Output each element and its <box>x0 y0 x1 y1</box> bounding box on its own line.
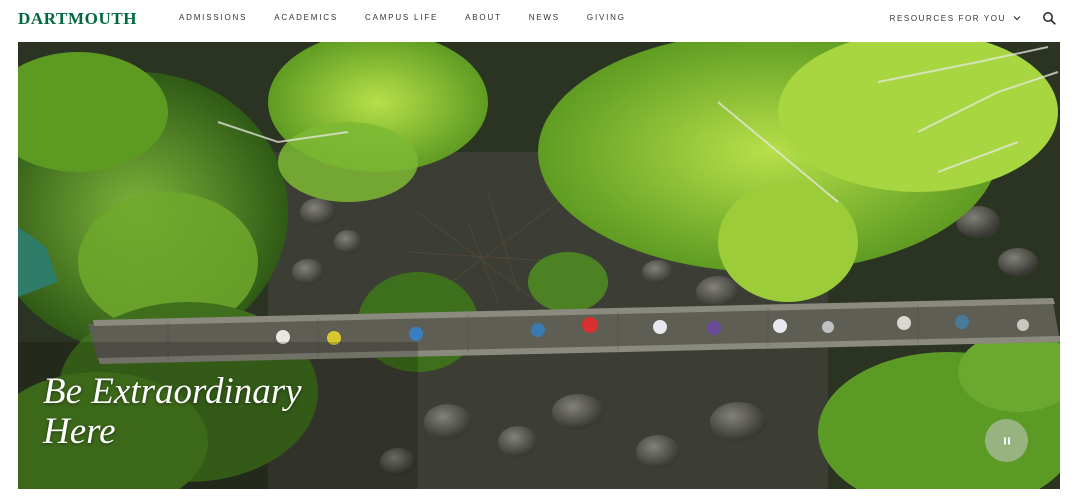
headline-line-1: Be Extraordinary <box>43 371 302 412</box>
hero-headline: Be Extraordinary Here <box>43 372 302 452</box>
resources-label: RESOURCES FOR YOU <box>889 13 1006 23</box>
dartmouth-logo[interactable]: DARTMOUTH <box>18 9 137 29</box>
search-icon[interactable] <box>1042 11 1056 25</box>
nav-campus-life[interactable]: CAMPUS LIFE <box>365 13 438 22</box>
nav-admissions[interactable]: ADMISSIONS <box>179 13 247 22</box>
site-header: DARTMOUTH ADMISSIONS ACADEMICS CAMPUS LI… <box>0 0 1080 42</box>
nav-about[interactable]: ABOUT <box>465 13 502 22</box>
nav-news[interactable]: NEWS <box>529 13 560 22</box>
pause-video-button[interactable] <box>985 419 1028 462</box>
nav-giving[interactable]: GIVING <box>587 13 626 22</box>
resources-dropdown[interactable]: RESOURCES FOR YOU <box>890 13 1022 23</box>
chevron-down-icon <box>1013 16 1021 21</box>
hero-video: Be Extraordinary Here <box>18 42 1060 489</box>
nav-academics[interactable]: ACADEMICS <box>274 13 338 22</box>
main-nav: ADMISSIONS ACADEMICS CAMPUS LIFE ABOUT N… <box>179 13 653 22</box>
pause-icon <box>1003 437 1010 444</box>
headline-line-2: Here <box>43 411 116 452</box>
